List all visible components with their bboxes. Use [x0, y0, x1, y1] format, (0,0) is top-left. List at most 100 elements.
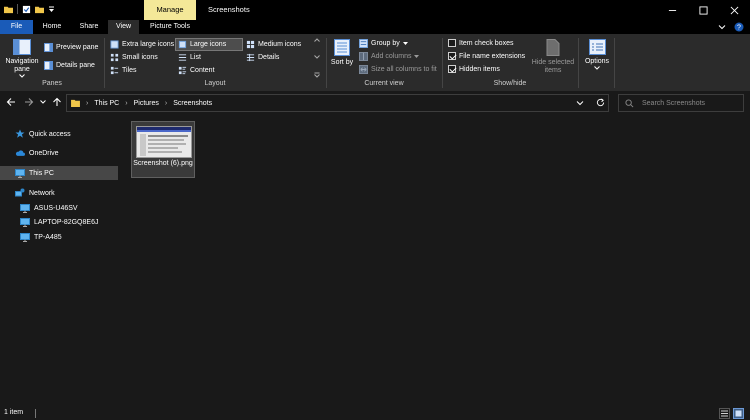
nav-item-network-computer[interactable]: LAPTOP-82GQ8E6J: [0, 215, 118, 229]
file-item[interactable]: Screenshot (6).png: [131, 121, 195, 178]
layout-medium-icons[interactable]: Medium icons: [244, 39, 310, 50]
ribbon: Navigation pane Preview pane Details pan…: [0, 34, 750, 91]
layout-list-label: List: [190, 54, 201, 61]
chevron-down-icon: [414, 55, 420, 58]
nav-item-this-pc[interactable]: This PC: [0, 166, 118, 180]
preview-pane-button[interactable]: Preview pane: [44, 43, 98, 52]
breadcrumb-separator-icon: ›: [86, 99, 89, 107]
layout-gallery-scroll[interactable]: [312, 38, 321, 78]
group-by-label: Group by: [371, 40, 400, 47]
breadcrumb-screenshots[interactable]: Screenshots: [173, 100, 212, 107]
hidden-items-toggle[interactable]: Hidden items: [448, 65, 500, 73]
help-icon[interactable]: ?: [734, 22, 744, 32]
breadcrumb-this-pc[interactable]: This PC: [94, 100, 119, 107]
layout-tiles-label: Tiles: [122, 67, 137, 74]
up-button[interactable]: [52, 97, 62, 107]
item-check-boxes-label: Item check boxes: [459, 39, 514, 47]
manage-tab[interactable]: Manage: [144, 0, 196, 20]
nav-item-onedrive[interactable]: OneDrive: [0, 146, 118, 160]
small-icons-icon: [110, 53, 119, 62]
breadcrumb-separator-icon: ›: [164, 99, 168, 107]
hidden-items-checkbox[interactable]: [448, 65, 456, 73]
options-label: Options: [584, 58, 610, 65]
quick-access-toolbar: [4, 4, 55, 14]
nav-item-network-computer[interactable]: TP-A485: [0, 230, 118, 244]
sort-by-label: Sort by: [330, 59, 354, 66]
hide-selected-items-button[interactable]: Hide selected items: [530, 39, 576, 75]
chevron-down-icon[interactable]: [718, 23, 726, 31]
sort-by-button[interactable]: Sort by: [330, 39, 354, 67]
close-button[interactable]: [719, 0, 750, 20]
properties-icon[interactable]: [22, 5, 31, 14]
navigation-pane: Quick access OneDrive This PC Network AS…: [0, 117, 120, 407]
large-icons-icon: [178, 40, 187, 49]
recent-locations-button[interactable]: [40, 97, 46, 107]
navigation-pane-label: Navigation pane: [5, 58, 39, 73]
maximize-button[interactable]: [688, 0, 719, 20]
details-view-button[interactable]: [719, 408, 730, 419]
details-pane-icon: [44, 61, 53, 70]
options-icon: [588, 39, 606, 55]
file-name-extensions-checkbox[interactable]: [448, 52, 456, 60]
address-bar[interactable]: › This PC › Pictures › Screenshots: [66, 94, 609, 112]
navigation-pane-icon: [13, 39, 31, 55]
tab-view[interactable]: View: [108, 20, 139, 34]
layout-small-icons[interactable]: Small icons: [108, 52, 176, 63]
search-box[interactable]: Search Screenshots: [618, 94, 744, 112]
back-button[interactable]: [6, 97, 16, 107]
navigation-pane-button[interactable]: Navigation pane: [4, 39, 40, 78]
tab-file[interactable]: File: [0, 20, 33, 34]
cloud-icon: [15, 150, 25, 156]
layout-tiles[interactable]: Tiles: [108, 65, 176, 76]
breadcrumb-pictures[interactable]: Pictures: [134, 100, 159, 107]
layout-extra-large-icons[interactable]: Extra large icons: [108, 39, 176, 50]
refresh-icon: [596, 98, 605, 107]
tab-home[interactable]: Home: [36, 20, 68, 34]
ribbon-tab-bar: File Home Share View Picture Tools: [0, 20, 750, 34]
large-icons-view-button[interactable]: [733, 408, 744, 419]
file-name-extensions-toggle[interactable]: File name extensions: [448, 52, 525, 60]
arrow-left-icon: [6, 98, 15, 106]
size-all-columns-button[interactable]: Size all columns to fit: [359, 65, 437, 74]
layout-large-icons[interactable]: Large icons: [175, 38, 243, 51]
add-columns-button[interactable]: Add columns: [359, 52, 420, 61]
details-pane-button[interactable]: Details pane: [44, 61, 95, 70]
new-folder-icon[interactable]: [35, 5, 44, 14]
layout-details[interactable]: Details: [244, 52, 310, 63]
large-icons-view-icon: [735, 410, 742, 417]
layout-list[interactable]: List: [176, 52, 242, 63]
nav-item-onedrive-label: OneDrive: [29, 149, 59, 157]
add-columns-label: Add columns: [371, 53, 412, 60]
panes-group-label: Panes: [42, 80, 62, 87]
layout-content[interactable]: Content: [176, 65, 242, 76]
nav-item-network[interactable]: Network: [0, 186, 118, 200]
tab-picture-tools[interactable]: Picture Tools: [144, 20, 196, 34]
folder-icon: [4, 5, 13, 14]
ribbon-right-controls: ?: [718, 22, 744, 32]
chevron-down-icon: [313, 55, 320, 59]
view-toggle-group: [719, 408, 744, 419]
chevron-down-icon: [402, 42, 408, 45]
options-button[interactable]: Options: [582, 39, 612, 70]
folder-icon: [71, 99, 80, 107]
minimize-button[interactable]: [657, 0, 688, 20]
status-divider: [35, 409, 36, 418]
customize-toolbar-icon[interactable]: [48, 5, 55, 14]
computer-icon: [15, 168, 25, 178]
tiles-icon: [110, 66, 119, 75]
nav-item-this-pc-label: This PC: [29, 169, 54, 177]
nav-item-quick-access[interactable]: Quick access: [0, 127, 118, 141]
address-history-button[interactable]: [576, 99, 584, 107]
refresh-button[interactable]: [596, 98, 605, 107]
tab-share[interactable]: Share: [72, 20, 106, 34]
item-check-boxes-toggle[interactable]: Item check boxes: [448, 39, 513, 47]
layout-large-icons-label: Large icons: [190, 41, 227, 48]
breadcrumb: › This PC › Pictures › Screenshots: [71, 95, 212, 111]
group-by-button[interactable]: Group by: [359, 39, 408, 48]
forward-button[interactable]: [24, 97, 34, 107]
item-check-boxes-checkbox[interactable]: [448, 39, 456, 47]
nav-item-quick-access-label: Quick access: [29, 130, 71, 138]
nav-item-network-computer-label: ASUS-U46SV: [34, 204, 78, 212]
nav-item-network-computer[interactable]: ASUS-U46SV: [0, 201, 118, 215]
item-count: 1 item: [4, 409, 24, 416]
